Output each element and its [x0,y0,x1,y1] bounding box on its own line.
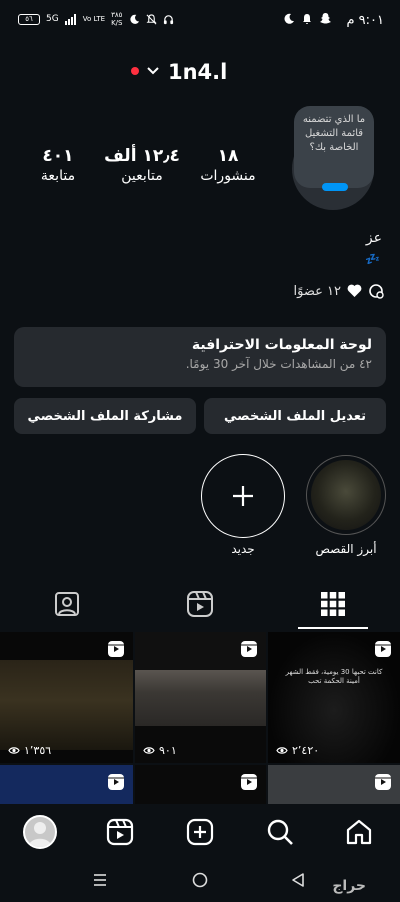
battery-icon: ٥٦ [18,13,40,25]
moon-icon [284,13,294,24]
eye-icon [8,747,20,754]
view-count: ١٬٣٥٦ [8,744,51,757]
reels-icon[interactable] [106,818,134,846]
post-overlay-text: كانت تحبها 30 يومية، فقط الشهر أمينة الح… [285,668,383,685]
grid-icon[interactable] [320,591,346,617]
channel-icon [369,284,384,299]
post-thumbnail [135,670,266,726]
new-highlight-button[interactable] [201,454,285,538]
professional-dashboard[interactable]: لوحة المعلومات الاحترافية ٤٢ من المشاهدا… [14,327,386,387]
grid-post[interactable]: ١٬٣٥٦ [0,632,133,763]
network-type: 5G [46,14,59,24]
members-count: ١٢ عضوًا [293,283,341,299]
stat-following[interactable]: ٤٠١ متابعة [28,146,88,184]
stat-posts-value: ١٨ [217,146,239,166]
bio-emoji: 💤 [365,252,380,266]
status-notification-icons [283,12,332,25]
stat-followers[interactable]: ١٢٫٤ ألف متابعين [100,146,184,184]
reel-icon [375,774,391,790]
default-avatar-icon [28,822,52,847]
reel-icon [241,774,257,790]
note-bubble[interactable]: ما الذي تتضمنه قائمة التشغيل الخاصة بك؟ [294,106,374,188]
highlight-thumbnail [311,460,381,530]
tagged-tab-icon[interactable] [53,590,81,618]
net-speed-unit: K/S [111,19,123,27]
reel-icon [108,641,124,657]
live-indicator-dot [131,67,139,75]
active-tab-indicator [298,627,368,629]
status-bar: ٩:٠١ م ٥٦ 5G Vo LTE ٣٨٥ K/S [0,0,400,40]
reel-icon [241,641,257,657]
view-count-value: ٢٬٤٢٠ [292,744,320,757]
chevron-down-icon[interactable] [146,66,160,76]
bio-name: عز [365,230,382,246]
eye-icon [143,747,155,754]
stat-posts[interactable]: ١٨ منشورات [196,146,260,184]
headset-icon [163,14,173,24]
stat-following-value: ٤٠١ [42,146,74,166]
stat-followers-label: متابعين [121,168,163,184]
profile-tabs [0,580,400,630]
back-icon[interactable] [291,872,305,888]
watermark: حراج [332,878,366,894]
reel-icon [108,774,124,790]
eye-icon [276,747,288,754]
heart-icon [347,284,362,297]
plus-icon [233,486,253,506]
view-count-value: ١٬٣٥٦ [24,744,52,757]
dashboard-title: لوحة المعلومات الاحترافية [191,337,372,353]
edit-profile-button[interactable]: تعديل الملف الشخصي [204,398,386,434]
search-icon[interactable] [266,818,294,846]
profile-username[interactable]: 1n4.l [168,60,227,84]
volte-indicator: Vo LTE [82,15,106,23]
recents-icon[interactable] [92,872,108,888]
grid-post[interactable]: كانت تحبها 30 يومية، فقط الشهر أمينة الح… [268,632,400,763]
home-button-icon[interactable] [192,872,208,888]
grid-post[interactable]: ٩٠١ [135,632,266,763]
net-speed-value: ٣٨٥ [111,11,123,19]
new-highlight-label: جديد [231,542,255,556]
view-count: ٩٠١ [143,744,177,757]
stat-posts-label: منشورات [200,168,256,184]
mute-bell-icon [146,13,156,24]
bottom-nav [0,804,400,862]
profile-nav-avatar[interactable] [23,815,57,849]
status-time: ٩:٠١ م [346,13,384,28]
status-system-icons: ٥٦ 5G Vo LTE ٣٨٥ K/S [18,11,174,27]
moon-icon [129,14,139,24]
grid-post[interactable] [268,765,400,805]
net-speed: ٣٨٥ K/S [111,11,122,27]
bell-icon [303,13,311,24]
snapchat-icon [320,13,331,24]
view-count-value: ٩٠١ [159,744,177,757]
signal-icon [64,13,76,25]
highlight-label: أبرز القصص [315,542,377,556]
channel-members-row[interactable]: ١٢ عضوًا [294,283,384,299]
post-thumbnail [0,660,133,750]
stat-followers-value: ١٢٫٤ ألف [104,146,180,166]
dashboard-subtitle: ٤٢ من المشاهدات خلال آخر 30 يومًا. [185,357,372,371]
grid-post[interactable] [135,765,266,805]
share-profile-button[interactable]: مشاركة الملف الشخصي [14,398,196,434]
view-count: ٢٬٤٢٠ [276,744,319,757]
reel-icon [375,641,391,657]
note-accent-bar [322,183,348,191]
reels-tab-icon[interactable] [186,590,214,618]
create-icon[interactable] [186,818,214,846]
stat-following-label: متابعة [40,168,76,184]
highlight-item[interactable] [306,455,386,535]
home-icon[interactable] [345,818,373,846]
grid-post[interactable] [0,765,133,805]
